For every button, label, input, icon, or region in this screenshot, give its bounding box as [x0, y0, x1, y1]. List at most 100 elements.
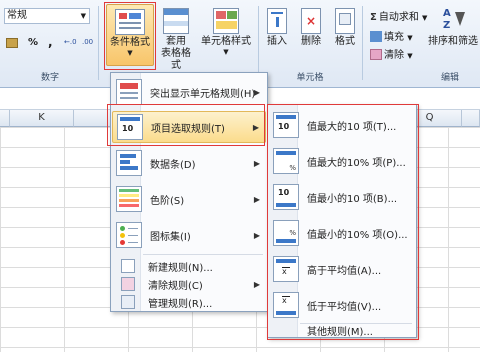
delete-button[interactable]: × 删除: [294, 4, 328, 66]
menu-item-label: 图标集(I): [150, 231, 191, 243]
clear-button[interactable]: 清除 ▼: [370, 46, 413, 61]
submenu-item-label: 值最小的10 项(B)...: [307, 193, 398, 205]
eraser-icon: [121, 277, 135, 291]
color-scales-icon: [116, 186, 142, 212]
format-label: 格式: [335, 36, 355, 47]
menu-item-data-bars[interactable]: 数据条(D) ▶: [112, 147, 266, 179]
comma-button[interactable]: ,: [48, 35, 53, 49]
submenu-item-label: 值最小的10% 项(O)...: [307, 229, 408, 241]
insert-label: 插入: [267, 36, 287, 47]
sort-filter-label: 排序和筛选: [428, 36, 478, 47]
divider: [98, 6, 99, 80]
submenu-item-bottom10[interactable]: 10 值最小的10 项(B)...: [269, 181, 415, 213]
menu-item-manage-rules[interactable]: 管理规则(R)...: [112, 293, 266, 311]
percent-icon: %: [289, 164, 296, 172]
sigma-icon: Σ: [370, 12, 377, 23]
divider: [258, 6, 259, 80]
chevron-down-icon: ▼: [407, 52, 413, 60]
cell-styles-button[interactable]: 单元格样式 ▼: [196, 4, 256, 66]
menu-separator: [143, 254, 263, 255]
cell-styles-label: 单元格样式: [201, 36, 251, 47]
insert-icon: [267, 8, 287, 34]
submenu-item-bottom10pct[interactable]: % 值最小的10% 项(O)...: [269, 217, 415, 249]
format-icon: [335, 8, 355, 34]
submenu-item-label: 值最大的10% 项(P)...: [307, 157, 406, 169]
menu-item-label: 管理规则(R)...: [148, 298, 213, 310]
eraser-icon: [370, 49, 382, 60]
delete-icon: ×: [301, 8, 321, 34]
cell-styles-icon: [213, 8, 239, 34]
submenu-item-label: 高于平均值(A)...: [307, 265, 382, 277]
fill-label: 填充: [384, 32, 404, 43]
format-button[interactable]: 格式: [328, 4, 362, 66]
ten-icon: 10: [278, 188, 290, 197]
chevron-right-icon: ▶: [252, 122, 259, 132]
submenu-item-above-average[interactable]: x 高于平均值(A)...: [269, 253, 415, 285]
chevron-right-icon: ▶: [253, 230, 260, 240]
chevron-down-icon: ▼: [223, 48, 229, 56]
autosum-label: 自动求和: [378, 12, 419, 23]
column-header[interactable]: [74, 110, 114, 127]
top-10-percent-icon: %: [273, 148, 299, 174]
column-header-blank[interactable]: [0, 110, 10, 127]
sort-filter-button[interactable]: A Z 排序和筛选: [426, 4, 480, 66]
clear-label: 清除: [384, 50, 404, 61]
column-header[interactable]: [462, 110, 480, 127]
data-bars-icon: [116, 150, 142, 176]
menu-item-label: 突出显示单元格规则(H): [150, 88, 256, 100]
conditional-formatting-button[interactable]: 条件格式 ▼: [106, 4, 154, 66]
top-bottom-rules-submenu: 10 值最大的10 项(T)... % 值最大的10% 项(P)... 10 值…: [267, 104, 417, 338]
bottom-10-percent-icon: %: [273, 220, 299, 246]
chevron-down-icon: ▼: [127, 49, 133, 57]
insert-button[interactable]: 插入: [260, 4, 294, 66]
table-icon: [163, 8, 189, 34]
manage-rules-icon: [121, 295, 135, 309]
currency-icon: [6, 38, 18, 48]
autosum-button[interactable]: Σ 自动求和 ▼: [370, 8, 427, 23]
menu-item-label: 新建规则(N)...: [148, 262, 213, 274]
currency-button[interactable]: [6, 38, 18, 51]
number-group-label: 数字: [40, 73, 59, 83]
conditional-formatting-icon: [115, 9, 145, 35]
chevron-right-icon: ▶: [253, 194, 260, 204]
menu-item-highlight-rules[interactable]: 突出显示单元格规则(H) ▶: [112, 77, 266, 107]
number-format-value: 常规: [7, 10, 27, 21]
menu-item-color-scales[interactable]: 色阶(S) ▶: [112, 183, 266, 215]
percent-button[interactable]: %: [28, 37, 38, 48]
chevron-down-icon: ▼: [80, 12, 86, 20]
submenu-item-top10[interactable]: 10 值最大的10 项(T)...: [269, 109, 415, 141]
submenu-item-top10pct[interactable]: % 值最大的10% 项(P)...: [269, 145, 415, 177]
chevron-down-icon: ▼: [407, 34, 413, 42]
menu-item-top-bottom-rules[interactable]: 10 项目选取规则(T) ▶: [112, 111, 266, 143]
ten-icon: 10: [122, 124, 134, 133]
cells-group-label: 单元格: [296, 73, 324, 83]
menu-item-clear-rules[interactable]: 清除规则(C) ▶: [112, 275, 266, 293]
delete-label: 删除: [301, 36, 321, 47]
submenu-item-below-average[interactable]: x 低于平均值(V)...: [269, 289, 415, 321]
column-header-k[interactable]: K: [10, 110, 74, 127]
icon-sets-icon: [116, 222, 142, 248]
chevron-right-icon: ▶: [253, 158, 260, 168]
number-format-select[interactable]: 常规 ▼: [4, 8, 90, 24]
submenu-item-label: 其他规则(M)...: [307, 326, 373, 338]
submenu-item-more-rules[interactable]: 其他规则(M)...: [269, 323, 415, 338]
menu-item-label: 清除规则(C): [148, 280, 203, 292]
menu-item-label: 项目选取规则(T): [151, 123, 225, 135]
menu-item-label: 数据条(D): [150, 159, 196, 171]
top-10-icon: 10: [273, 112, 299, 138]
ten-icon: 10: [278, 122, 290, 131]
submenu-item-label: 低于平均值(V)...: [307, 301, 382, 313]
new-rule-icon: [121, 259, 135, 273]
below-average-icon: x: [273, 292, 299, 318]
decrease-decimal-button[interactable]: .00: [82, 38, 93, 46]
percent-icon: %: [289, 229, 296, 237]
submenu-item-label: 值最大的10 项(T)...: [307, 121, 397, 133]
fill-button[interactable]: 填充 ▼: [370, 28, 413, 43]
edit-group-label: 编辑: [440, 73, 459, 83]
format-as-table-button[interactable]: 套用 表格格式: [158, 4, 194, 71]
chevron-right-icon: ▶: [253, 87, 260, 97]
top-bottom-rules-icon: 10: [117, 114, 143, 140]
menu-item-icon-sets[interactable]: 图标集(I) ▶: [112, 219, 266, 251]
increase-decimal-button[interactable]: ←.0: [64, 38, 77, 46]
menu-item-new-rule[interactable]: 新建规则(N)...: [112, 257, 266, 275]
